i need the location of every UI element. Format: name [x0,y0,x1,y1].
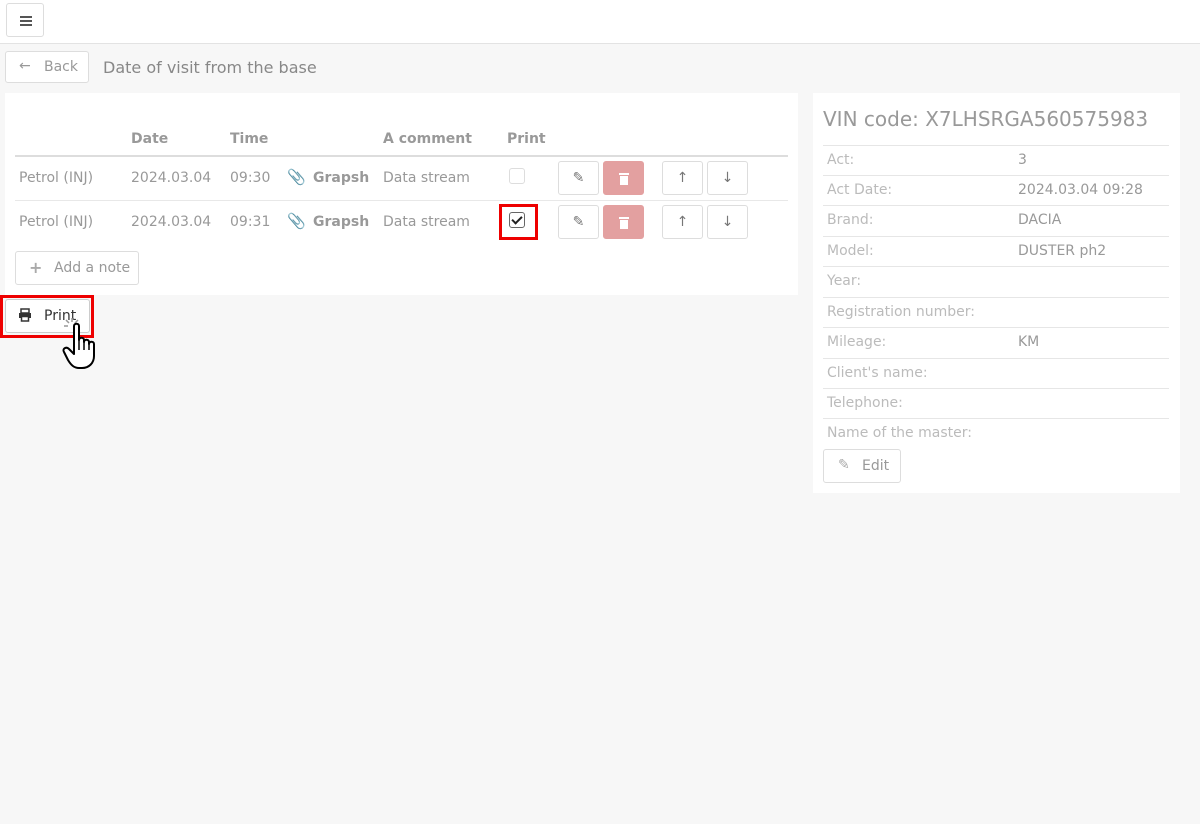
info-value-act: 3 [1018,152,1027,168]
info-value-act-date: 2024.03.04 09:28 [1018,182,1143,198]
highlight-box [499,204,538,240]
info-divider [823,388,1169,389]
trash-icon [618,217,629,229]
move-up-button[interactable]: ↑ [662,205,703,239]
arrow-up-icon: ↑ [676,214,689,230]
pencil-icon: ✎ [572,214,585,230]
info-label-brand: Brand: [827,212,874,228]
delete-row-button[interactable] [603,161,644,195]
info-divider [823,175,1169,176]
row-comment: Data stream [383,214,470,230]
edit-vehicle-button[interactable]: ✎ Edit [823,449,901,483]
row-attachment-link[interactable]: Grapsh [313,214,369,230]
info-label-telephone: Telephone: [827,395,903,411]
row-attachment-link[interactable]: Grapsh [313,170,369,186]
info-divider [823,205,1169,206]
column-header-comment: A comment [383,131,472,147]
info-label-year: Year: [827,273,862,289]
info-label-registration: Registration number: [827,304,975,320]
hand-pointer-icon [62,318,95,369]
add-note-label: Add a note [54,260,131,276]
info-divider [823,327,1169,328]
row-type: Petrol (INJ) [19,170,94,186]
row-comment: Data stream [383,170,470,186]
edit-row-button[interactable]: ✎ [558,205,599,239]
back-button[interactable]: ← Back [5,51,89,83]
hamburger-icon [20,16,32,18]
move-down-button[interactable]: ↓ [707,161,748,195]
pencil-icon: ✎ [572,170,585,186]
edit-row-button[interactable]: ✎ [558,161,599,195]
column-header-date: Date [131,131,169,147]
arrow-left-icon: ← [19,58,31,74]
info-label-client-name: Client's name: [827,365,928,381]
info-value-brand: DACIA [1018,212,1062,228]
info-label-mileage: Mileage: [827,334,887,350]
table-header-divider [15,155,788,157]
print-checkbox[interactable] [509,168,525,184]
move-down-button[interactable]: ↓ [707,205,748,239]
row-time: 09:30 [230,170,271,186]
paperclip-icon: 📎 [287,168,306,186]
column-header-time: Time [230,131,269,147]
add-note-button[interactable]: + Add a note [15,251,139,285]
arrow-up-icon: ↑ [676,170,689,186]
info-label-model: Model: [827,243,874,259]
menu-button[interactable] [6,3,44,37]
arrow-down-icon: ↓ [721,170,734,186]
column-header-print: Print [507,131,546,147]
row-date: 2024.03.04 [131,170,212,186]
info-label-master-name: Name of the master: [827,425,972,441]
info-value-mileage: KM [1018,334,1040,350]
trash-icon [618,173,629,185]
info-divider [823,236,1169,237]
pencil-icon: ✎ [838,457,850,473]
info-label-act-date: Act Date: [827,182,893,198]
paperclip-icon: 📎 [287,212,306,230]
row-time: 09:31 [230,214,271,230]
vin-heading: VIN code: X7LHSRGA560575983 [823,107,1149,131]
back-button-label: Back [44,59,78,75]
info-label-act: Act: [827,152,855,168]
page-title: Date of visit from the base [103,58,317,77]
info-divider [823,266,1169,267]
info-divider [823,297,1169,298]
row-date: 2024.03.04 [131,214,212,230]
delete-row-button[interactable] [603,205,644,239]
move-up-button[interactable]: ↑ [662,161,703,195]
info-divider [823,418,1169,419]
info-value-model: DUSTER ph2 [1018,243,1107,259]
plus-icon: + [29,258,43,277]
info-divider [823,145,1169,146]
arrow-down-icon: ↓ [721,214,734,230]
row-type: Petrol (INJ) [19,214,94,230]
row-divider [15,200,788,201]
edit-button-label: Edit [862,458,890,474]
top-bar [0,0,1200,44]
info-divider [823,358,1169,359]
